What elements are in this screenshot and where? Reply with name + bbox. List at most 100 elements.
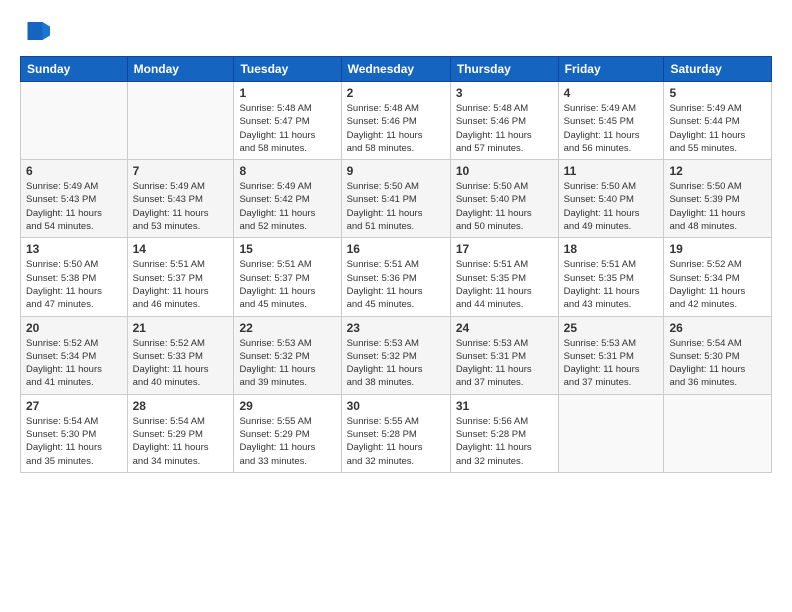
calendar-cell <box>127 82 234 160</box>
calendar-cell: 11 Sunrise: 5:50 AM Sunset: 5:40 PM Dayli… <box>558 160 664 238</box>
page: SundayMondayTuesdayWednesdayThursdayFrid… <box>0 0 792 612</box>
calendar-cell <box>21 82 128 160</box>
day-info: Sunrise: 5:49 AM Sunset: 5:45 PM Dayligh… <box>564 102 659 155</box>
weekday-header-sunday: Sunday <box>21 57 128 82</box>
day-info: Sunrise: 5:50 AM Sunset: 5:39 PM Dayligh… <box>669 180 766 233</box>
week-row-1: 1Sunrise: 5:48 AM Sunset: 5:47 PM Daylig… <box>21 82 772 160</box>
day-info: Sunrise: 5:48 AM Sunset: 5:46 PM Dayligh… <box>456 102 553 155</box>
day-info: Sunrise: 5:50 AM Sunset: 5:38 PM Dayligh… <box>26 258 122 311</box>
calendar-cell <box>558 394 664 472</box>
day-number: 2 <box>347 86 445 100</box>
day-info: Sunrise: 5:50 AM Sunset: 5:40 PM Dayligh… <box>456 180 553 233</box>
day-number: 31 <box>456 399 553 413</box>
calendar-cell: 15 Sunrise: 5:51 AM Sunset: 5:37 PM Dayli… <box>234 238 341 316</box>
calendar: SundayMondayTuesdayWednesdayThursdayFrid… <box>20 56 772 473</box>
calendar-cell: 19 Sunrise: 5:52 AM Sunset: 5:34 PM Dayli… <box>664 238 772 316</box>
calendar-cell: 20 Sunrise: 5:52 AM Sunset: 5:34 PM Dayli… <box>21 316 128 394</box>
calendar-cell: 30Sunrise: 5:55 AM Sunset: 5:28 PM Dayli… <box>341 394 450 472</box>
day-number: 6 <box>26 164 122 178</box>
week-row-2: 6 Sunrise: 5:49 AM Sunset: 5:43 PM Daylig… <box>21 160 772 238</box>
calendar-cell: 1Sunrise: 5:48 AM Sunset: 5:47 PM Daylig… <box>234 82 341 160</box>
day-info: Sunrise: 5:53 AM Sunset: 5:31 PM Dayligh… <box>456 337 553 390</box>
day-number: 25 <box>564 321 659 335</box>
logo <box>20 16 54 46</box>
day-info: Sunrise: 5:51 AM Sunset: 5:37 PM Dayligh… <box>133 258 229 311</box>
day-number: 10 <box>456 164 553 178</box>
day-info: Sunrise: 5:48 AM Sunset: 5:47 PM Dayligh… <box>239 102 335 155</box>
calendar-cell: 22Sunrise: 5:53 AM Sunset: 5:32 PM Dayli… <box>234 316 341 394</box>
day-info: Sunrise: 5:51 AM Sunset: 5:35 PM Dayligh… <box>564 258 659 311</box>
day-number: 3 <box>456 86 553 100</box>
day-info: Sunrise: 5:49 AM Sunset: 5:42 PM Dayligh… <box>239 180 335 233</box>
day-info: Sunrise: 5:49 AM Sunset: 5:43 PM Dayligh… <box>133 180 229 233</box>
day-info: Sunrise: 5:54 AM Sunset: 5:29 PM Dayligh… <box>133 415 229 468</box>
calendar-cell: 3 Sunrise: 5:48 AM Sunset: 5:46 PM Daylig… <box>450 82 558 160</box>
day-number: 23 <box>347 321 445 335</box>
day-info: Sunrise: 5:56 AM Sunset: 5:28 PM Dayligh… <box>456 415 553 468</box>
day-number: 12 <box>669 164 766 178</box>
day-info: Sunrise: 5:53 AM Sunset: 5:32 PM Dayligh… <box>347 337 445 390</box>
calendar-cell: 23 Sunrise: 5:53 AM Sunset: 5:32 PM Dayli… <box>341 316 450 394</box>
day-number: 15 <box>239 242 335 256</box>
calendar-cell: 26Sunrise: 5:54 AM Sunset: 5:30 PM Dayli… <box>664 316 772 394</box>
day-number: 28 <box>133 399 229 413</box>
calendar-cell: 7 Sunrise: 5:49 AM Sunset: 5:43 PM Daylig… <box>127 160 234 238</box>
calendar-cell: 27 Sunrise: 5:54 AM Sunset: 5:30 PM Dayli… <box>21 394 128 472</box>
day-number: 11 <box>564 164 659 178</box>
calendar-cell: 29Sunrise: 5:55 AM Sunset: 5:29 PM Dayli… <box>234 394 341 472</box>
day-number: 14 <box>133 242 229 256</box>
day-number: 17 <box>456 242 553 256</box>
calendar-cell <box>664 394 772 472</box>
weekday-header-tuesday: Tuesday <box>234 57 341 82</box>
calendar-cell: 12 Sunrise: 5:50 AM Sunset: 5:39 PM Dayli… <box>664 160 772 238</box>
day-info: Sunrise: 5:54 AM Sunset: 5:30 PM Dayligh… <box>26 415 122 468</box>
day-info: Sunrise: 5:49 AM Sunset: 5:44 PM Dayligh… <box>669 102 766 155</box>
calendar-cell: 17 Sunrise: 5:51 AM Sunset: 5:35 PM Dayli… <box>450 238 558 316</box>
day-number: 9 <box>347 164 445 178</box>
week-row-5: 27 Sunrise: 5:54 AM Sunset: 5:30 PM Dayli… <box>21 394 772 472</box>
day-info: Sunrise: 5:49 AM Sunset: 5:43 PM Dayligh… <box>26 180 122 233</box>
day-number: 8 <box>239 164 335 178</box>
day-info: Sunrise: 5:50 AM Sunset: 5:40 PM Dayligh… <box>564 180 659 233</box>
day-number: 27 <box>26 399 122 413</box>
weekday-header-thursday: Thursday <box>450 57 558 82</box>
day-number: 5 <box>669 86 766 100</box>
calendar-cell: 16Sunrise: 5:51 AM Sunset: 5:36 PM Dayli… <box>341 238 450 316</box>
day-number: 19 <box>669 242 766 256</box>
calendar-cell: 28 Sunrise: 5:54 AM Sunset: 5:29 PM Dayli… <box>127 394 234 472</box>
week-row-3: 13 Sunrise: 5:50 AM Sunset: 5:38 PM Dayli… <box>21 238 772 316</box>
day-number: 16 <box>347 242 445 256</box>
day-info: Sunrise: 5:52 AM Sunset: 5:34 PM Dayligh… <box>26 337 122 390</box>
day-number: 4 <box>564 86 659 100</box>
logo-icon <box>20 16 50 46</box>
day-number: 26 <box>669 321 766 335</box>
day-number: 29 <box>239 399 335 413</box>
day-info: Sunrise: 5:51 AM Sunset: 5:35 PM Dayligh… <box>456 258 553 311</box>
day-info: Sunrise: 5:53 AM Sunset: 5:31 PM Dayligh… <box>564 337 659 390</box>
day-number: 18 <box>564 242 659 256</box>
day-number: 24 <box>456 321 553 335</box>
calendar-cell: 21Sunrise: 5:52 AM Sunset: 5:33 PM Dayli… <box>127 316 234 394</box>
calendar-cell: 8 Sunrise: 5:49 AM Sunset: 5:42 PM Daylig… <box>234 160 341 238</box>
day-number: 20 <box>26 321 122 335</box>
calendar-cell: 18 Sunrise: 5:51 AM Sunset: 5:35 PM Dayli… <box>558 238 664 316</box>
day-info: Sunrise: 5:48 AM Sunset: 5:46 PM Dayligh… <box>347 102 445 155</box>
day-info: Sunrise: 5:52 AM Sunset: 5:34 PM Dayligh… <box>669 258 766 311</box>
day-number: 7 <box>133 164 229 178</box>
day-number: 13 <box>26 242 122 256</box>
week-row-4: 20 Sunrise: 5:52 AM Sunset: 5:34 PM Dayli… <box>21 316 772 394</box>
day-number: 30 <box>347 399 445 413</box>
calendar-cell: 31 Sunrise: 5:56 AM Sunset: 5:28 PM Dayli… <box>450 394 558 472</box>
calendar-cell: 2 Sunrise: 5:48 AM Sunset: 5:46 PM Daylig… <box>341 82 450 160</box>
day-info: Sunrise: 5:50 AM Sunset: 5:41 PM Dayligh… <box>347 180 445 233</box>
day-number: 21 <box>133 321 229 335</box>
weekday-header-monday: Monday <box>127 57 234 82</box>
calendar-cell: 10 Sunrise: 5:50 AM Sunset: 5:40 PM Dayli… <box>450 160 558 238</box>
weekday-header-row: SundayMondayTuesdayWednesdayThursdayFrid… <box>21 57 772 82</box>
day-info: Sunrise: 5:51 AM Sunset: 5:37 PM Dayligh… <box>239 258 335 311</box>
header <box>20 16 772 46</box>
calendar-cell: 24 Sunrise: 5:53 AM Sunset: 5:31 PM Dayli… <box>450 316 558 394</box>
day-info: Sunrise: 5:53 AM Sunset: 5:32 PM Dayligh… <box>239 337 335 390</box>
weekday-header-wednesday: Wednesday <box>341 57 450 82</box>
calendar-cell: 4 Sunrise: 5:49 AM Sunset: 5:45 PM Daylig… <box>558 82 664 160</box>
